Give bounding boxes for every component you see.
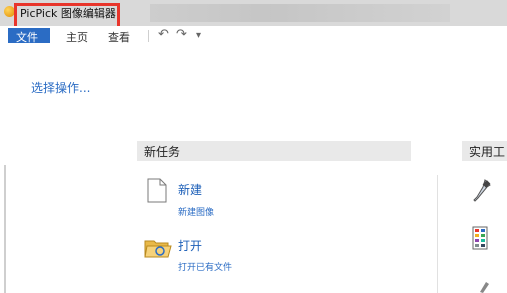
utilities-title: 实用工 — [469, 145, 506, 159]
color-palette-icon[interactable] — [472, 226, 488, 250]
tab-home[interactable]: 主页 — [66, 29, 88, 45]
open-item-subtitle[interactable]: 打开已有文件 — [178, 260, 232, 273]
tool-icon[interactable] — [478, 278, 490, 293]
redo-icon[interactable]: ↷ — [176, 27, 187, 42]
new-item-subtitle[interactable]: 新建图像 — [178, 205, 214, 218]
choose-action-label: 选择操作... — [31, 81, 91, 95]
tab-view[interactable]: 查看 — [108, 29, 130, 45]
section-divider — [437, 175, 438, 293]
file-tab-label[interactable]: 文件 — [16, 29, 38, 45]
undo-icon[interactable]: ↶ — [158, 27, 169, 42]
customize-toolbar-icon[interactable]: ▾ — [196, 30, 201, 41]
new-item-title[interactable]: 新建 — [178, 181, 202, 198]
eyedropper-icon[interactable] — [472, 178, 492, 204]
open-item-title[interactable]: 打开 — [178, 237, 202, 254]
folder-open-icon[interactable] — [144, 237, 172, 259]
document-icon[interactable] — [147, 178, 167, 203]
title-bar-background — [150, 4, 450, 22]
ribbon-separator — [148, 30, 149, 42]
new-task-title: 新任务 — [144, 145, 181, 159]
left-edge — [4, 165, 6, 293]
